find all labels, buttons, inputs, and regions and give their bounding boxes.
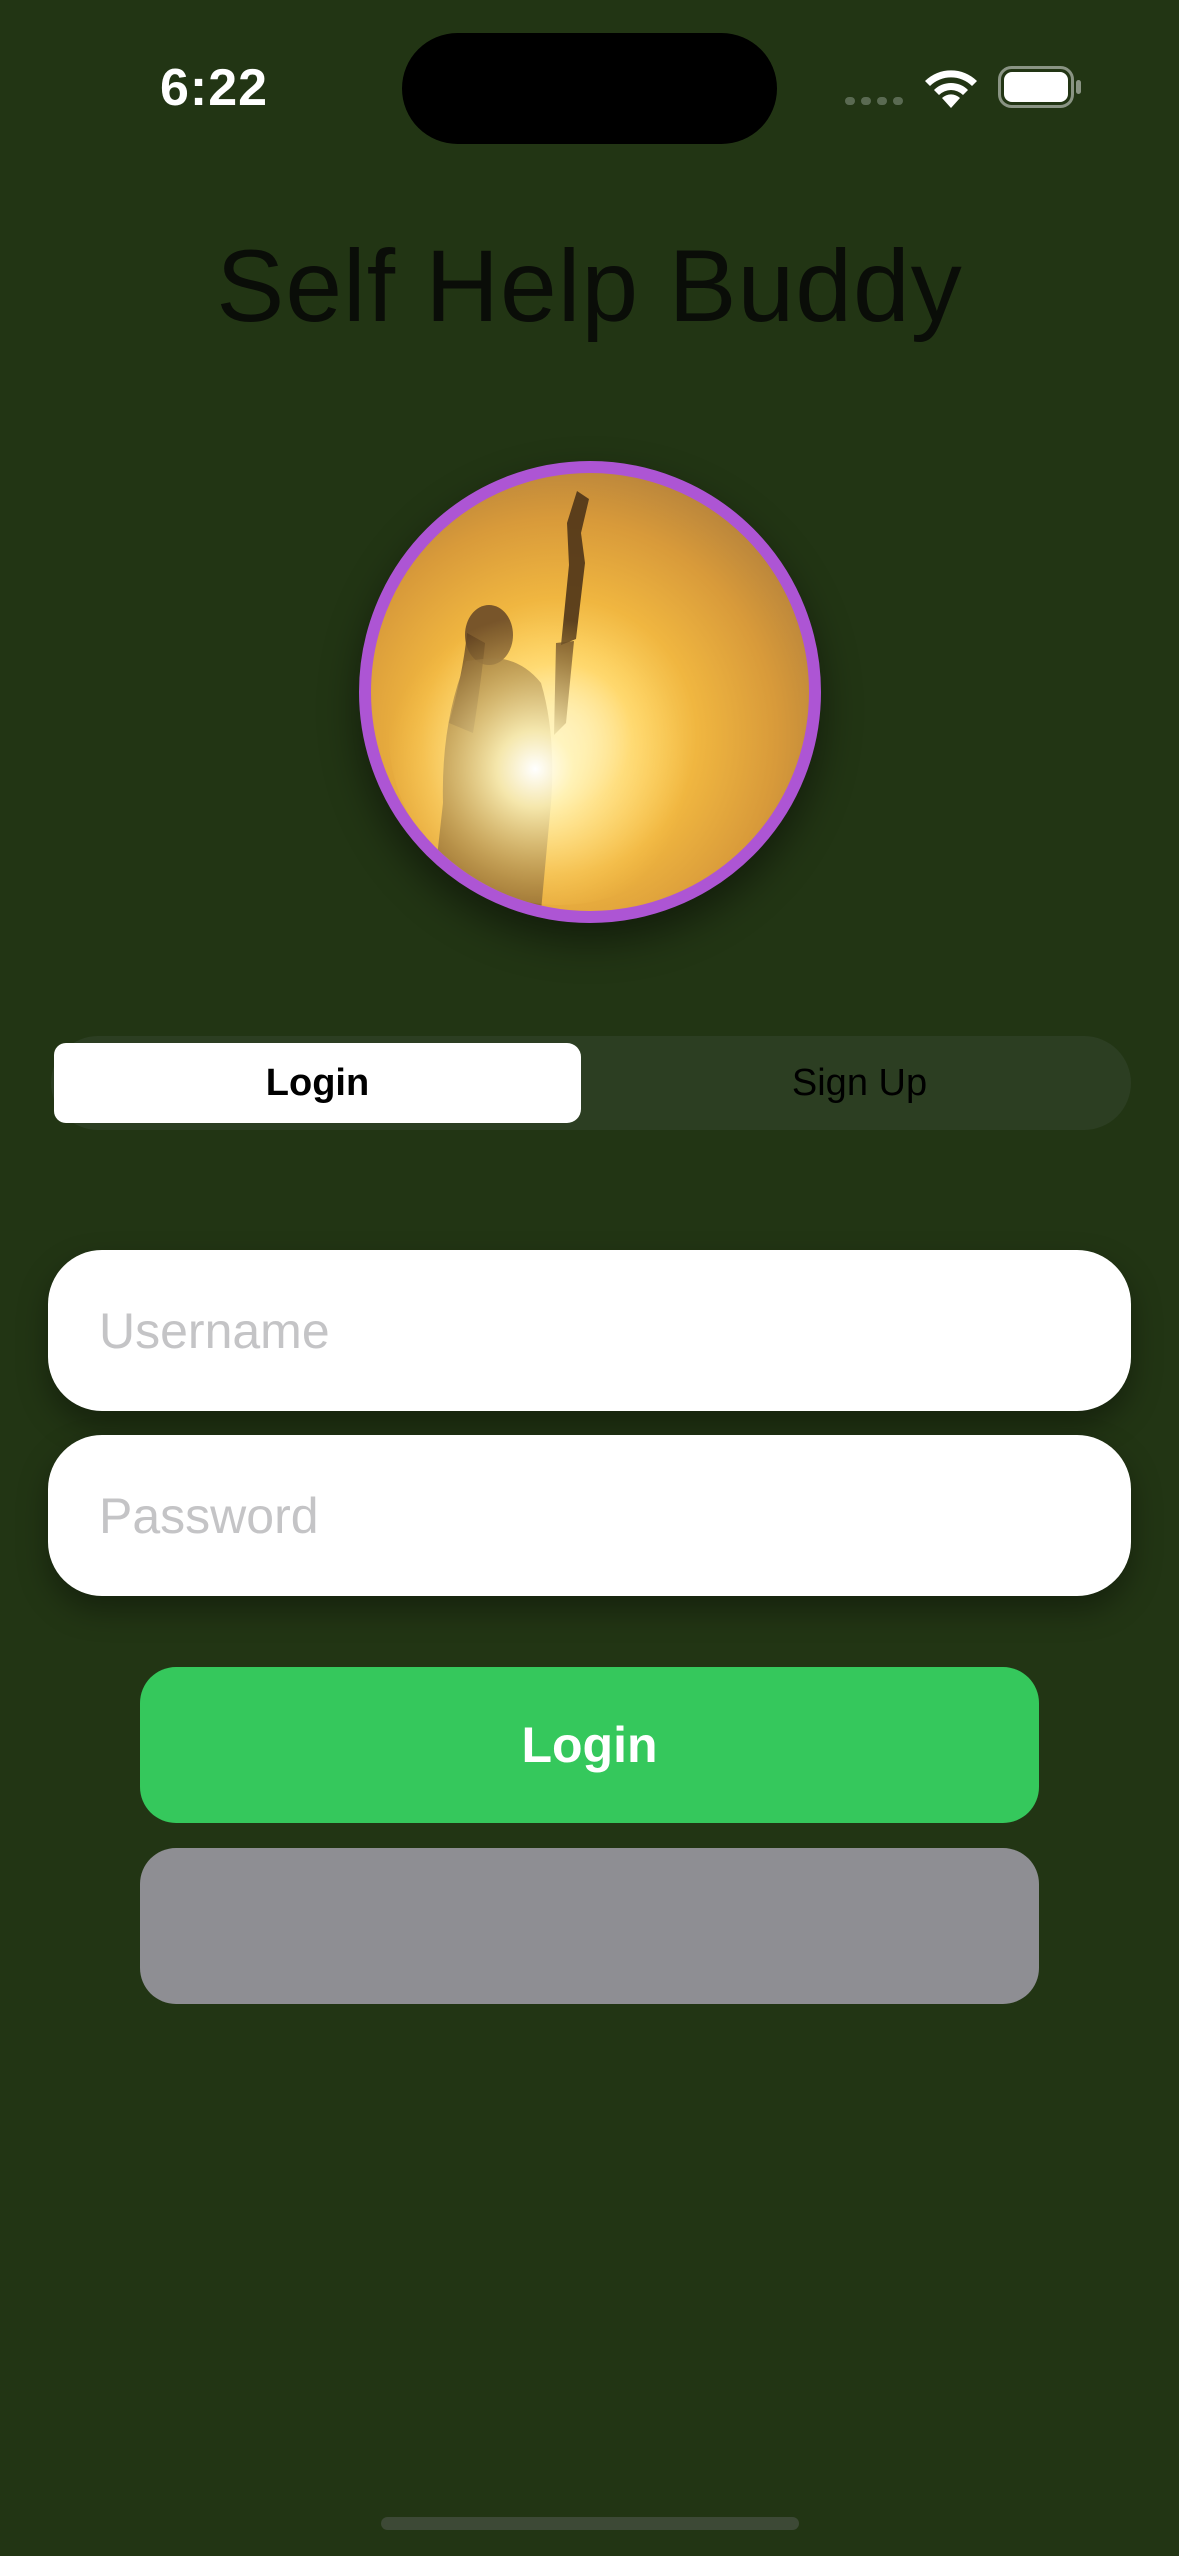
avatar-image (359, 461, 821, 923)
secondary-button[interactable] (140, 1848, 1039, 2004)
password-field-container (48, 1435, 1131, 1596)
silhouette-illustration (389, 491, 729, 911)
home-indicator[interactable] (381, 2517, 799, 2530)
wifi-icon (925, 70, 977, 108)
battery-icon (998, 66, 1081, 108)
cellular-signal-icon (845, 97, 903, 105)
app-title: Self Help Buddy (216, 229, 963, 343)
auth-mode-segmented-control: Login Sign Up (51, 1036, 1131, 1130)
segment-login[interactable]: Login (54, 1043, 581, 1123)
status-time: 6:22 (160, 59, 269, 117)
login-screen: 6:22 Self Help Buddy Login Sign Up Usern… (0, 0, 1179, 2556)
username-input[interactable] (97, 1300, 1131, 1361)
dynamic-island (402, 33, 777, 144)
username-field-container (48, 1250, 1131, 1411)
segment-sign-up[interactable]: Sign Up (591, 1043, 1128, 1123)
login-button[interactable]: Login (140, 1667, 1039, 1823)
password-input[interactable] (97, 1485, 1131, 1546)
